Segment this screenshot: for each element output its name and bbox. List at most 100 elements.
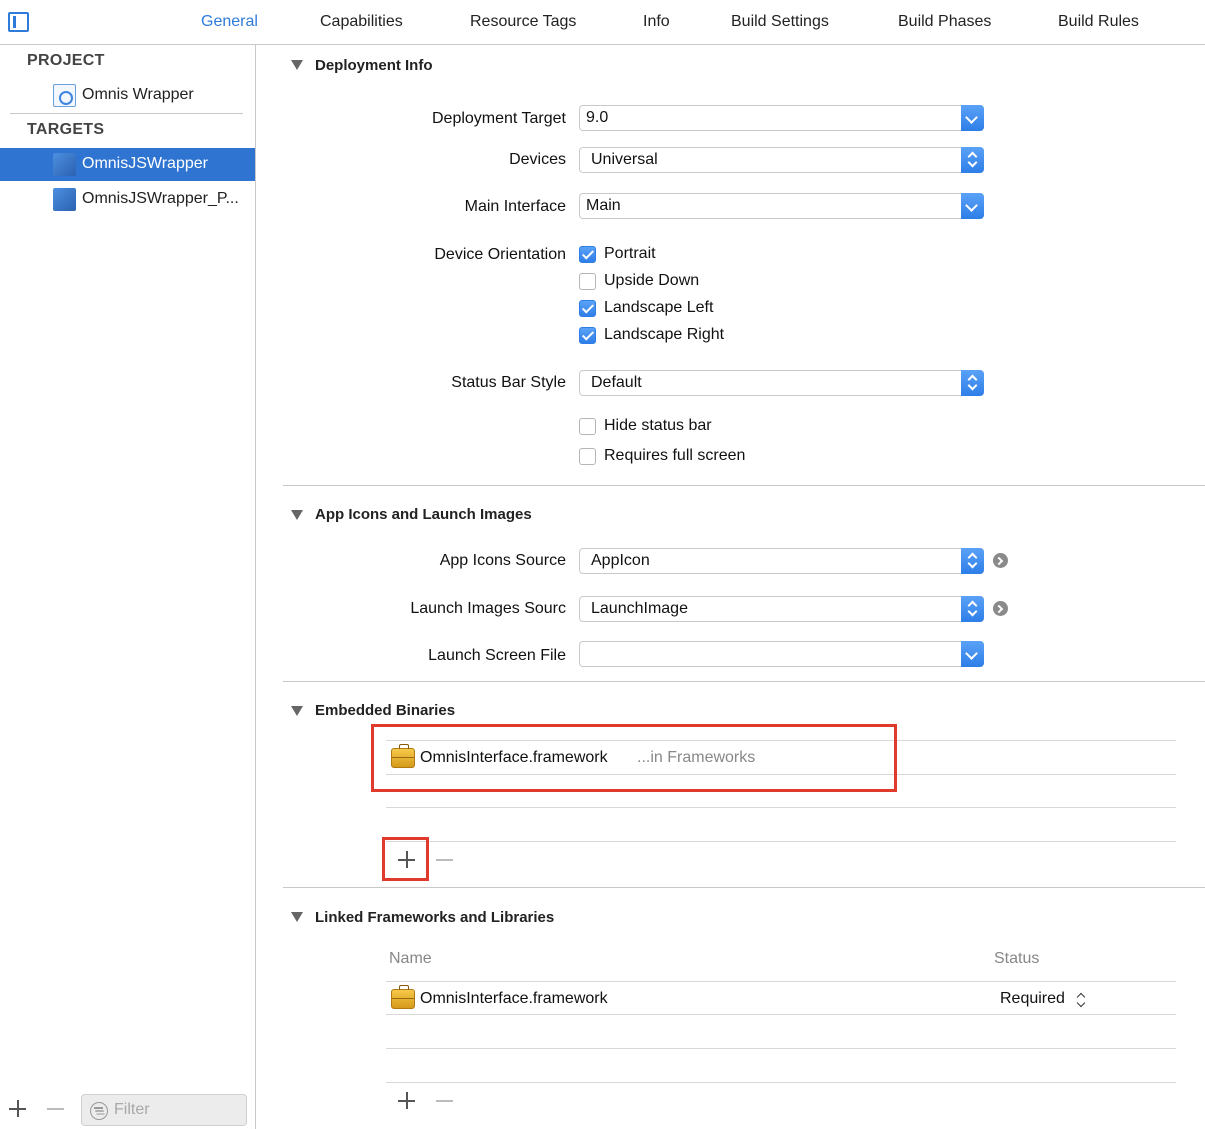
column-header-status[interactable]: Status — [994, 950, 1039, 968]
section-title-deployment-info: Deployment Info — [315, 57, 433, 74]
project-file-icon — [53, 84, 76, 107]
launch-images-source-label: Launch Images Sourc — [410, 600, 566, 617]
go-to-asset-arrow-icon[interactable] — [993, 601, 1008, 616]
tab-info[interactable]: Info — [643, 13, 670, 31]
checkbox-checked-icon — [579, 327, 596, 344]
highlight-box-add-button — [382, 837, 429, 881]
list-row-divider — [386, 841, 1176, 842]
remove-target-button[interactable] — [47, 1100, 64, 1117]
deployment-target-combo[interactable]: 9.0 — [579, 105, 984, 131]
tab-resource-tags[interactable]: Resource Tags — [470, 13, 576, 31]
main-interface-combo[interactable]: Main — [579, 193, 984, 219]
landscape-right-checkbox[interactable]: Landscape Right — [579, 326, 759, 346]
sidebar-item-target-omnisjswrapper-p[interactable]: OmnisJSWrapper_P... — [0, 183, 255, 216]
main-interface-label: Main Interface — [464, 198, 566, 215]
app-icons-source-popup[interactable]: AppIcon — [579, 548, 984, 574]
section-title-embedded-binaries: Embedded Binaries — [315, 702, 456, 719]
checkbox-checked-icon — [579, 246, 596, 263]
sidebar-item-label: Omnis Wrapper — [82, 86, 194, 103]
upside-down-label: Upside Down — [604, 272, 700, 289]
sidebar-item-project[interactable]: Omnis Wrapper — [0, 79, 255, 112]
launch-screen-file-label: Launch Screen File — [428, 647, 566, 664]
framework-toolbox-icon — [391, 985, 415, 1009]
app-icons-source-label: App Icons Source — [439, 552, 566, 569]
sidebar-item-label: OmnisJSWrapper_P... — [82, 190, 239, 207]
status-bar-style-label: Status Bar Style — [451, 374, 566, 391]
section-title-app-icons: App Icons and Launch Images — [315, 506, 532, 523]
chevron-down-icon[interactable] — [961, 641, 984, 667]
status-value: Required — [1000, 990, 1065, 1007]
devices-label: Devices — [509, 151, 566, 168]
up-down-chevron-icon — [961, 548, 984, 574]
section-title-linked-frameworks: Linked Frameworks and Libraries — [315, 909, 555, 926]
launch-images-source-value: LaunchImage — [591, 600, 688, 617]
portrait-checkbox[interactable]: Portrait — [579, 245, 729, 265]
filter-field[interactable] — [81, 1094, 247, 1126]
checkbox-unchecked-icon — [579, 418, 596, 435]
general-settings-editor: Deployment Info Deployment Target 9.0 De… — [256, 45, 1205, 1129]
filter-icon — [90, 1102, 108, 1120]
project-target-sidebar: PROJECT Omnis Wrapper TARGETS OmnisJSWra… — [0, 45, 256, 1129]
embedded-binaries-disclosure-icon[interactable] — [291, 706, 303, 716]
checkbox-unchecked-icon — [579, 273, 596, 290]
tab-build-phases[interactable]: Build Phases — [898, 13, 991, 31]
navigator-toggle-icon[interactable] — [8, 12, 29, 32]
hide-status-bar-label: Hide status bar — [604, 417, 712, 434]
status-bar-style-popup[interactable]: Default — [579, 370, 984, 396]
linked-frameworks-disclosure-icon[interactable] — [291, 912, 303, 922]
app-target-icon — [53, 188, 76, 211]
tab-build-settings[interactable]: Build Settings — [731, 13, 829, 31]
section-divider — [283, 485, 1205, 486]
devices-value: Universal — [591, 151, 658, 168]
device-orientation-label: Device Orientation — [434, 246, 566, 263]
devices-popup[interactable]: Universal — [579, 147, 984, 173]
list-row-divider — [386, 1014, 1176, 1015]
up-down-chevron-icon — [1076, 991, 1086, 1009]
sidebar-item-label: OmnisJSWrapper — [82, 155, 208, 172]
sidebar-bottom-bar — [0, 1089, 255, 1129]
go-to-asset-arrow-icon[interactable] — [993, 553, 1008, 568]
linked-framework-name: OmnisInterface.framework — [420, 990, 608, 1007]
app-icons-disclosure-icon[interactable] — [291, 510, 303, 520]
editor-tab-bar: General Capabilities Resource Tags Info … — [0, 0, 1205, 45]
highlight-box-embedded-row — [371, 724, 897, 792]
chevron-down-icon[interactable] — [961, 193, 984, 219]
deployment-info-disclosure-icon[interactable] — [291, 60, 303, 70]
launch-screen-file-combo[interactable] — [579, 641, 984, 667]
remove-linked-framework-button[interactable] — [436, 1092, 453, 1109]
launch-images-source-popup[interactable]: LaunchImage — [579, 596, 984, 622]
status-bar-style-value: Default — [591, 374, 642, 391]
checkbox-unchecked-icon — [579, 448, 596, 465]
portrait-label: Portrait — [604, 245, 656, 262]
landscape-left-checkbox[interactable]: Landscape Left — [579, 299, 749, 319]
checkbox-checked-icon — [579, 300, 596, 317]
targets-section-header: TARGETS — [27, 121, 105, 138]
up-down-chevron-icon — [961, 370, 984, 396]
tab-general[interactable]: General — [201, 13, 258, 31]
tab-capabilities[interactable]: Capabilities — [320, 13, 403, 31]
add-linked-framework-button[interactable] — [398, 1092, 415, 1109]
requires-full-screen-label: Requires full screen — [604, 447, 746, 464]
hide-status-bar-checkbox[interactable]: Hide status bar — [579, 417, 749, 437]
deployment-target-label: Deployment Target — [432, 110, 566, 127]
requires-full-screen-checkbox[interactable]: Requires full screen — [579, 447, 779, 467]
list-row-divider — [386, 1048, 1176, 1049]
chevron-down-icon[interactable] — [961, 105, 984, 131]
upside-down-checkbox[interactable]: Upside Down — [579, 272, 729, 292]
tab-build-rules[interactable]: Build Rules — [1058, 13, 1139, 31]
section-divider — [283, 681, 1205, 682]
landscape-left-label: Landscape Left — [604, 299, 714, 316]
app-icons-source-value: AppIcon — [591, 552, 650, 569]
project-section-header: PROJECT — [27, 52, 105, 69]
list-row-divider — [386, 807, 1176, 808]
filter-input[interactable] — [114, 1098, 240, 1122]
status-popup[interactable]: Required — [1000, 990, 1095, 1012]
column-header-name[interactable]: Name — [389, 950, 432, 968]
add-target-button[interactable] — [9, 1100, 26, 1117]
up-down-chevron-icon — [961, 596, 984, 622]
sidebar-divider — [10, 113, 243, 114]
landscape-right-label: Landscape Right — [604, 326, 725, 343]
up-down-chevron-icon — [961, 147, 984, 173]
sidebar-item-target-omnisjswrapper[interactable]: OmnisJSWrapper — [0, 148, 255, 181]
remove-embedded-binary-button[interactable] — [436, 851, 453, 868]
